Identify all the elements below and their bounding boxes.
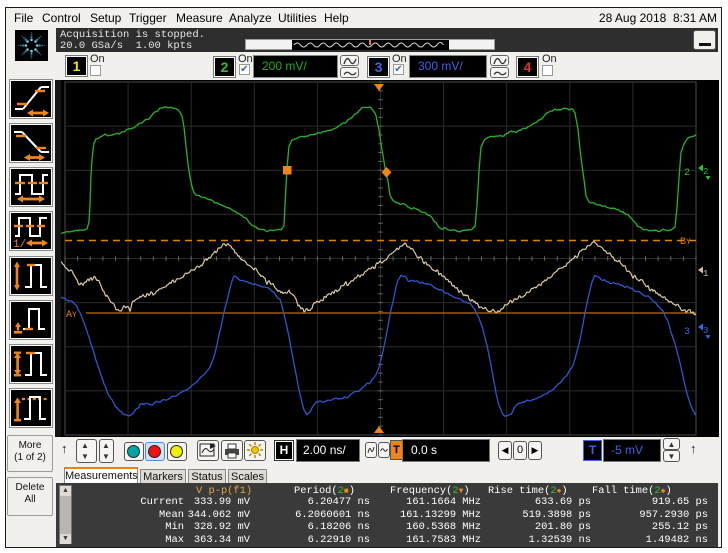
svg-text:2: 2 — [684, 168, 690, 179]
svg-text:3: 3 — [703, 326, 708, 336]
svg-text:2: 2 — [703, 167, 708, 177]
svg-text:AY: AY — [66, 310, 77, 321]
svg-text:3: 3 — [684, 327, 690, 338]
svg-text:1: 1 — [703, 269, 708, 279]
svg-text:BY: BY — [680, 237, 691, 248]
svg-text:1/: 1/ — [13, 239, 26, 250]
